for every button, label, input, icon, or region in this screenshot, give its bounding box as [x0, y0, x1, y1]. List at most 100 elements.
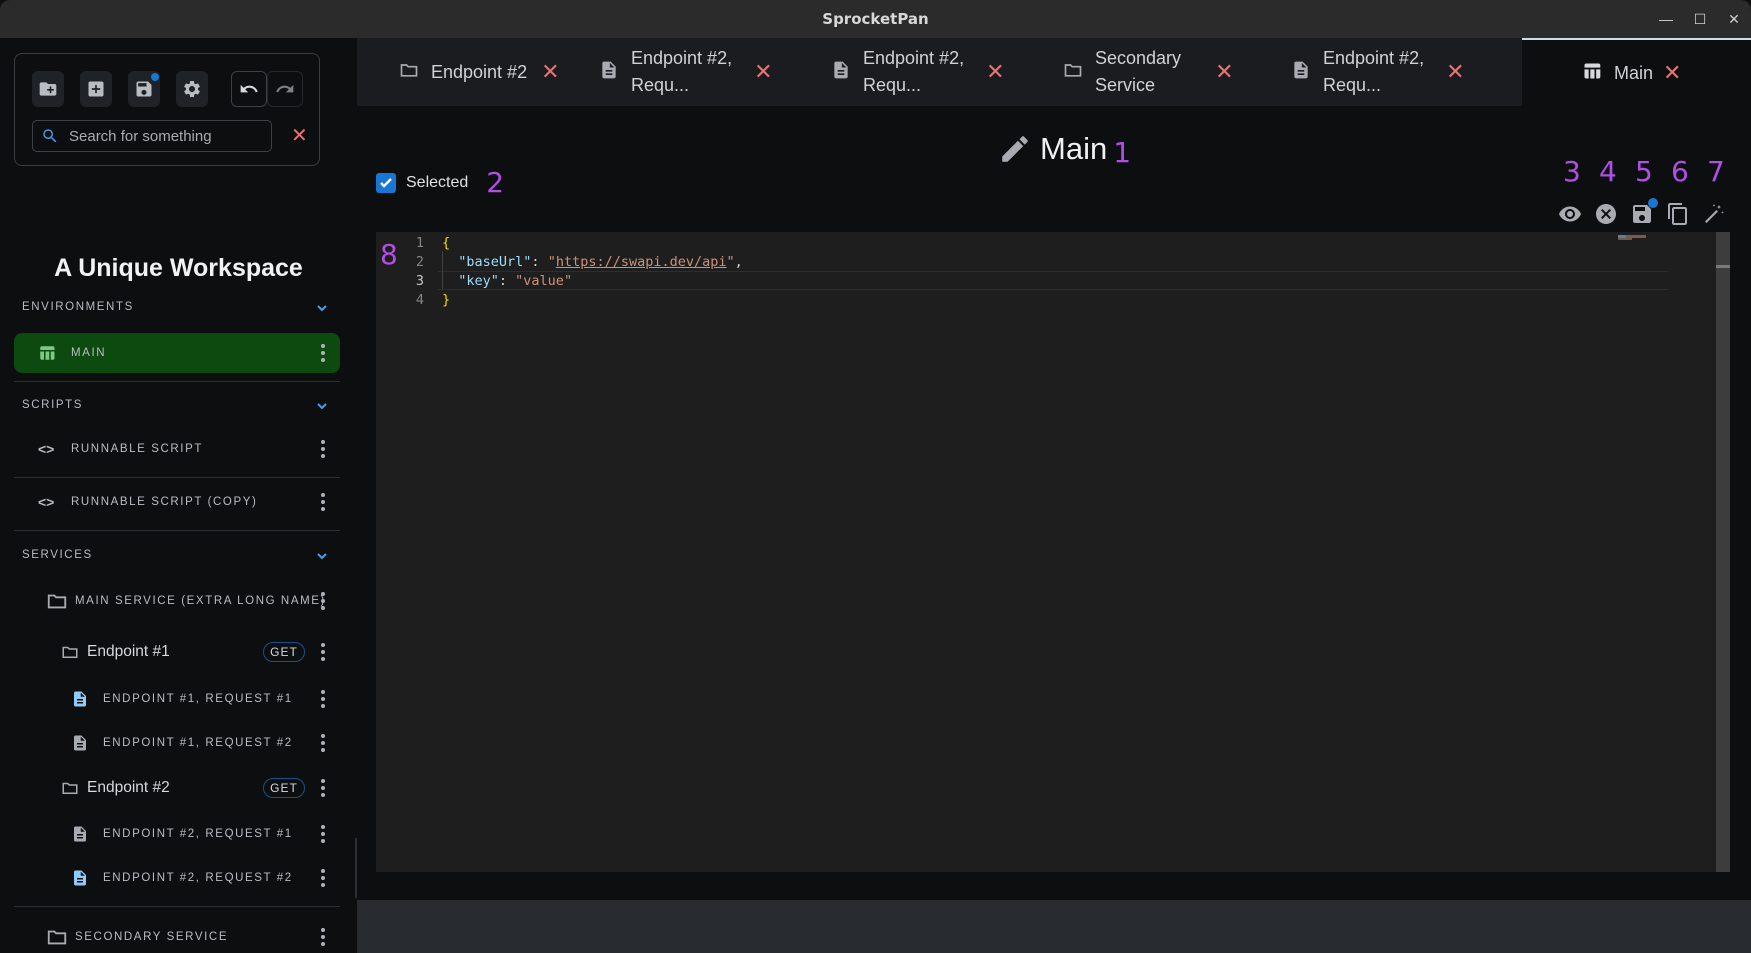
save-button[interactable] [1628, 198, 1658, 228]
current-line-highlight [438, 271, 1668, 290]
more-options-icon[interactable] [315, 641, 331, 663]
folder-icon [61, 779, 79, 797]
tab-main[interactable]: Main ✕ [1522, 38, 1751, 106]
settings-button[interactable] [176, 71, 208, 107]
more-options-icon[interactable] [315, 926, 331, 948]
page-heading: Main 1 [998, 128, 1131, 169]
method-badge: GET [263, 642, 305, 662]
window-controls: — ☐ ✕ [1649, 0, 1751, 38]
maximize-icon[interactable]: ☐ [1683, 11, 1717, 28]
undo-button[interactable] [231, 71, 267, 107]
app-title: SprocketPan [822, 10, 929, 28]
edit-icon[interactable] [998, 132, 1032, 166]
editor-actions [1556, 198, 1746, 230]
annotation-label: 2 [486, 166, 505, 199]
undo-icon [240, 84, 258, 93]
tab-secondary-service[interactable]: Secondary Service ✕ [1037, 38, 1267, 106]
close-tab-icon[interactable]: ✕ [1446, 59, 1464, 85]
sidebar-item-label: ENDPOINT #2, REQUEST #1 [103, 828, 293, 840]
sidebar-scrollbar[interactable] [355, 838, 357, 898]
file-icon [599, 60, 619, 85]
title-bar: SprocketPan — ☐ ✕ [0, 0, 1751, 38]
sidebar-item-endpoint-1[interactable]: Endpoint #1 GET [14, 632, 340, 672]
more-options-icon[interactable] [315, 823, 331, 845]
sidebar-item-endpoint-2-request-1[interactable]: ENDPOINT #2, REQUEST #1 [14, 814, 340, 854]
cancel-button[interactable] [1592, 200, 1620, 228]
create-new-folder-icon [39, 82, 57, 96]
section-services: SERVICES [22, 549, 93, 561]
close-tab-icon[interactable]: ✕ [754, 59, 772, 85]
minimize-icon[interactable]: — [1649, 11, 1683, 27]
view-button[interactable] [1556, 200, 1584, 228]
tab-label: Endpoint #2, Requ... [863, 48, 965, 95]
sidebar-item-endpoint-1-request-1[interactable]: ENDPOINT #1, REQUEST #1 [14, 679, 340, 719]
code-line: "baseUrl": "https://swapi.dev/api", [458, 254, 743, 270]
close-icon[interactable]: ✕ [1717, 11, 1751, 28]
tab-label: Main [1614, 62, 1654, 83]
more-options-icon[interactable] [315, 867, 331, 889]
new-folder-button[interactable] [32, 71, 64, 107]
sidebar-item-endpoint-2[interactable]: Endpoint #2 GET [14, 768, 340, 808]
search-field[interactable] [32, 120, 272, 152]
sidebar-item-runnable-script[interactable]: <> RUNNABLE SCRIPT [14, 429, 340, 469]
magic-wand-icon [1705, 204, 1724, 223]
tab-endpoint-2-request-a[interactable]: Endpoint #2, Requ... ✕ [577, 38, 807, 106]
selected-checkbox[interactable] [376, 172, 396, 193]
chevron-down-icon[interactable] [316, 400, 328, 412]
editor-scrollbar[interactable] [1716, 232, 1730, 872]
tab-label: Secondary Service [1095, 48, 1182, 95]
method-badge: GET [263, 778, 305, 798]
more-options-icon[interactable] [315, 777, 331, 799]
search-input[interactable] [69, 127, 249, 145]
more-options-icon[interactable] [315, 342, 331, 364]
auto-fix-button[interactable] [1700, 200, 1728, 228]
more-options-icon[interactable] [315, 688, 331, 710]
sidebar-toolbar: ✕ [14, 53, 320, 166]
sidebar-item-secondary-service[interactable]: SECONDARY SERVICE [14, 917, 340, 953]
file-icon [831, 60, 851, 85]
close-tab-icon[interactable]: ✕ [1663, 60, 1681, 86]
section-environments: ENVIRONMENTS [22, 301, 134, 313]
tab-endpoint-2-request-b[interactable]: Endpoint #2, Requ... ✕ [807, 38, 1037, 106]
code-editor[interactable]: 8 1 2 3 4 { "baseUrl": "https://swapi.de… [376, 232, 1730, 872]
code-icon: <> [38, 441, 55, 457]
annotation-label: 4 [1599, 155, 1617, 188]
annotation-label: 7 [1707, 155, 1725, 188]
save-button[interactable] [128, 71, 160, 107]
url-link[interactable]: https://swapi.dev/api [556, 254, 727, 270]
close-tab-icon[interactable]: ✕ [1215, 59, 1233, 85]
more-options-icon[interactable] [315, 438, 331, 460]
file-icon [71, 869, 89, 887]
copy-button[interactable] [1664, 200, 1692, 228]
scrollbar-thumb[interactable] [1716, 265, 1730, 268]
clear-search-icon[interactable]: ✕ [291, 126, 308, 146]
sidebar-item-main-service[interactable]: MAIN SERVICE (EXTRA LONG NAME) [14, 581, 340, 621]
chevron-down-icon[interactable] [316, 302, 328, 314]
bottom-panel [357, 900, 1751, 953]
redo-button[interactable] [267, 71, 303, 107]
tab-endpoint-2[interactable]: Endpoint #2 ✕ [357, 38, 577, 106]
sidebar-item-endpoint-2-request-2[interactable]: ENDPOINT #2, REQUEST #2 [14, 858, 340, 898]
code-icon: <> [38, 494, 55, 510]
tab-endpoint-2-request-c[interactable]: Endpoint #2, Requ... ✕ [1267, 38, 1522, 106]
code-line: "key": "value" [458, 273, 573, 289]
folder-icon [61, 643, 79, 661]
close-tab-icon[interactable]: ✕ [986, 59, 1004, 85]
sidebar-item-env-main[interactable]: MAIN [14, 333, 340, 373]
file-icon [1291, 60, 1311, 85]
divider [14, 906, 340, 907]
tab-label: Endpoint #2 [431, 61, 528, 82]
sidebar-item-label: ENDPOINT #2, REQUEST #2 [103, 872, 293, 884]
add-button[interactable] [80, 71, 112, 107]
sidebar-item-runnable-script-copy[interactable]: <> RUNNABLE SCRIPT (COPY) [14, 482, 340, 522]
sidebar-item-endpoint-1-request-2[interactable]: ENDPOINT #1, REQUEST #2 [14, 723, 340, 763]
divider [14, 381, 340, 382]
annotation-label: 6 [1671, 155, 1689, 188]
close-tab-icon[interactable]: ✕ [541, 59, 559, 85]
chevron-down-icon[interactable] [316, 550, 328, 562]
section-scripts: SCRIPTS [22, 399, 84, 411]
more-options-icon[interactable] [315, 491, 331, 513]
more-options-icon[interactable] [315, 732, 331, 754]
more-options-icon[interactable] [315, 590, 331, 612]
minimap[interactable] [1606, 232, 1686, 252]
